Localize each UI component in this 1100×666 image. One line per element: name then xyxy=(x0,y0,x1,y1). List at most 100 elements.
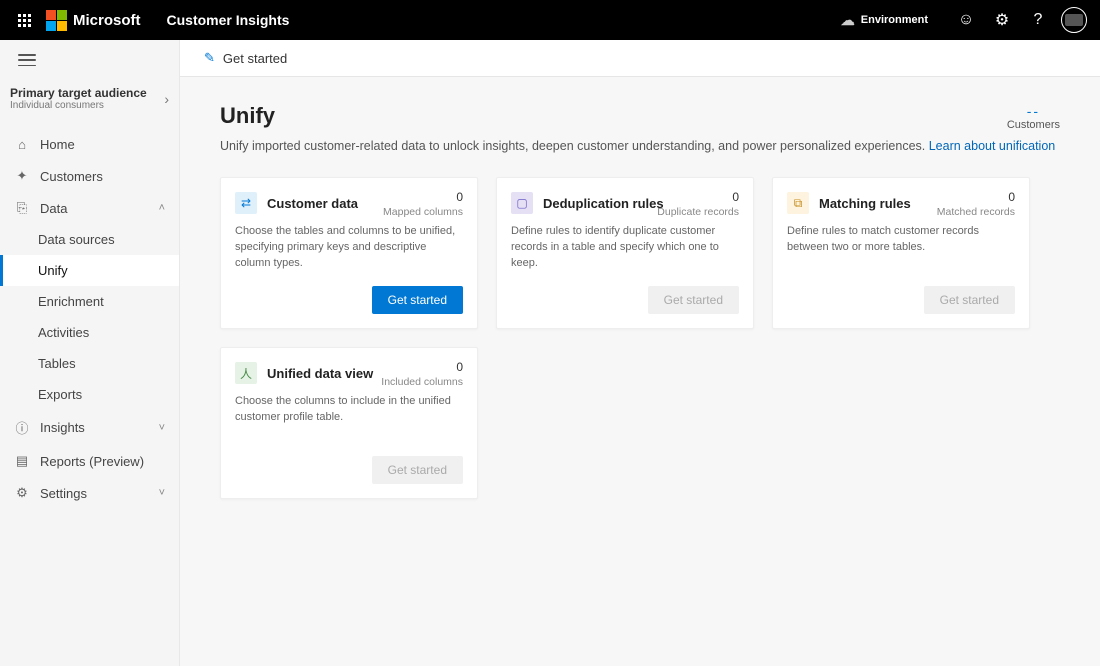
nav-item-insights[interactable]: ⓘInsights˅ xyxy=(0,410,179,445)
microsoft-logo: Microsoft xyxy=(46,10,141,31)
card-customer-data: ⇄ Customer data 0Mapped columns Choose the … xyxy=(220,177,478,329)
nav-item-unify[interactable]: Unify xyxy=(0,255,179,286)
card-icon: ⧉ xyxy=(787,192,809,214)
card-description: Define rules to identify duplicate custo… xyxy=(511,224,739,272)
card-title: Customer data xyxy=(267,196,358,211)
avatar-icon xyxy=(1061,7,1087,33)
help-button[interactable]: ? xyxy=(1020,0,1056,40)
metric-value: 0 xyxy=(381,360,463,374)
get-started-button: Get started xyxy=(648,286,739,314)
metric-label: Matched records xyxy=(937,206,1015,218)
chevron-right-icon: › xyxy=(164,91,169,107)
metric-label: Included columns xyxy=(381,376,463,388)
learn-link[interactable]: Learn about unification xyxy=(929,139,1055,153)
nav-label: Home xyxy=(40,137,75,152)
chevron-down-icon: ˅ xyxy=(159,487,165,499)
command-bar: ✎ Get started xyxy=(180,40,1100,77)
nav-icon: ⎘ xyxy=(14,200,30,216)
question-icon: ? xyxy=(1034,11,1043,29)
environment-icon: ☁ xyxy=(841,12,855,29)
card-title: Deduplication rules xyxy=(543,196,664,211)
nav-item-settings[interactable]: ⚙ Settings ˅ xyxy=(0,477,179,509)
nav-label: Settings xyxy=(40,486,87,501)
nav-label: Data xyxy=(40,201,67,216)
account-button[interactable] xyxy=(1056,0,1092,40)
metric-value: 0 xyxy=(937,190,1015,204)
nav-item-reports-preview-[interactable]: ▤ Reports (Preview) xyxy=(0,445,179,477)
card-description: Choose the columns to include in the uni… xyxy=(235,394,463,426)
get-started-button: Get started xyxy=(372,456,463,484)
nav-item-enrichment[interactable]: Enrichment xyxy=(0,286,179,317)
smile-icon: ☺ xyxy=(958,11,974,29)
nav-list: ⌂ Home ✦ Customers ⎘ Data ˄ Data sources Unify En… xyxy=(0,125,179,509)
edit-icon: ✎ xyxy=(204,50,215,66)
kpi-value: -- xyxy=(1007,103,1060,119)
card-title: Matching rules xyxy=(819,196,911,211)
command-get-started[interactable]: Get started xyxy=(223,51,287,66)
nav-item-data[interactable]: ⎘ Data ˄ xyxy=(0,192,179,224)
nav-label: Tables xyxy=(38,356,76,371)
nav-label: Exports xyxy=(38,387,82,402)
brand-text: Microsoft xyxy=(73,12,141,29)
waffle-icon xyxy=(18,14,31,27)
nav-item-tables[interactable]: Tables xyxy=(0,348,179,379)
card-description: Define rules to match customer records b… xyxy=(787,224,1015,256)
nav-icon: ✦ xyxy=(14,168,30,184)
main-content: ✎ Get started Unify -- Customers Unify i… xyxy=(180,40,1100,666)
card-icon: 人 xyxy=(235,362,257,384)
nav-item-data-sources[interactable]: Data sources xyxy=(0,224,179,255)
metric-value: 0 xyxy=(657,190,739,204)
page-description: Unify imported customer-related data to … xyxy=(220,139,1060,153)
audience-subtitle: Individual consumers xyxy=(10,100,147,111)
nav-label: Enrichment xyxy=(38,294,104,309)
chevron-up-icon: ˄ xyxy=(159,202,165,214)
kpi-label: Customers xyxy=(1007,119,1060,131)
nav-label: Activities xyxy=(38,325,89,340)
app-name: Customer Insights xyxy=(167,12,290,28)
card-icon: ▢ xyxy=(511,192,533,214)
microsoft-logo-icon xyxy=(46,10,67,31)
environment-picker[interactable]: ☁ Environment xyxy=(841,12,928,29)
nav-item-activities[interactable]: Activities xyxy=(0,317,179,348)
nav-icon: ▤ xyxy=(14,453,30,469)
card-title: Unified data view xyxy=(267,366,373,381)
nav-icon: ⌂ xyxy=(14,137,30,152)
customers-kpi: -- Customers xyxy=(1007,103,1060,131)
sidebar: Primary target audience Individual consu… xyxy=(0,40,180,666)
app-launcher-button[interactable] xyxy=(8,4,40,36)
card-metric: 0Mapped columns xyxy=(383,190,463,218)
nav-label: Data sources xyxy=(38,232,115,247)
card-icon: ⇄ xyxy=(235,192,257,214)
audience-title: Primary target audience xyxy=(10,86,147,100)
nav-item-exports[interactable]: Exports xyxy=(0,379,179,410)
nav-label: Unify xyxy=(38,263,68,278)
card-unified-data-view: 人 Unified data view 0 Included columns Choos… xyxy=(220,347,478,499)
card-metric: 0 Included columns xyxy=(381,360,463,388)
top-header-bar: Microsoft Customer Insights ☁ Environmen… xyxy=(0,0,1100,40)
metric-label: Mapped columns xyxy=(383,206,463,218)
get-started-button: Get started xyxy=(924,286,1015,314)
nav-label: Insights xyxy=(40,420,85,435)
card-deduplication-rules: ▢ Deduplication rules0 Duplicate records De… xyxy=(496,177,754,329)
chevron-down-icon: ˅ xyxy=(159,422,165,434)
nav-label: Customers xyxy=(40,169,103,184)
gear-icon: ⚙ xyxy=(995,10,1009,30)
nav-icon: ⚙ xyxy=(14,485,30,501)
nav-collapse-button[interactable] xyxy=(0,40,179,80)
metric-label: Duplicate records xyxy=(657,206,739,218)
card-metric: 0 Duplicate records xyxy=(657,190,739,218)
audience-picker[interactable]: Primary target audience Individual consu… xyxy=(0,80,179,125)
environment-label: Environment xyxy=(861,14,928,26)
card-metric: 0 Matched records xyxy=(937,190,1015,218)
hamburger-icon xyxy=(18,54,36,66)
settings-button[interactable]: ⚙ xyxy=(984,0,1020,40)
card-description: Choose the tables and columns to be unif… xyxy=(235,224,463,272)
card-matching-rules: ⧉ Matching rules 0 Matched records Define ru… xyxy=(772,177,1030,329)
cards-grid: ⇄Customer data0Mapped columnsChoose the … xyxy=(220,177,1060,499)
nav-item-customers[interactable]: ✦ Customers xyxy=(0,160,179,192)
get-started-button[interactable]: Get started xyxy=(372,286,463,314)
page-title: Unify xyxy=(220,103,275,129)
nav-item-home[interactable]: ⌂ Home xyxy=(0,129,179,160)
feedback-button[interactable]: ☺ xyxy=(948,0,984,40)
nav-label: Reports (Preview) xyxy=(40,454,144,469)
